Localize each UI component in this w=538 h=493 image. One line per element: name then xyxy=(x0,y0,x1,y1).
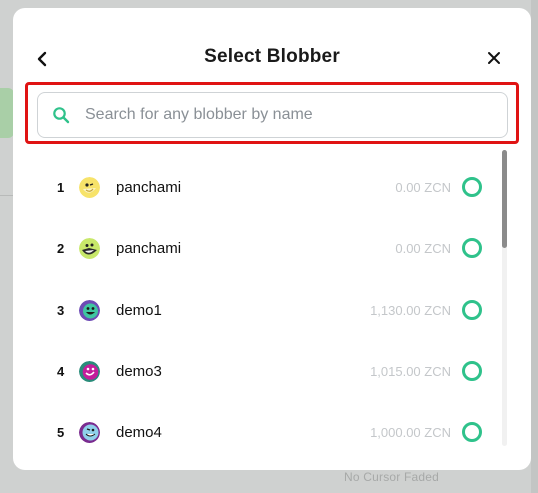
blobber-name: panchami xyxy=(116,240,182,258)
blobber-select-radio[interactable] xyxy=(462,177,482,197)
magenta-smiley-avatar xyxy=(79,360,100,382)
blobber-balance: 0.00 ZCN xyxy=(395,241,451,257)
blobber-select-radio[interactable] xyxy=(462,422,482,442)
blobber-rank: 4 xyxy=(57,363,65,379)
list-scrollbar-thumb[interactable] xyxy=(502,150,507,248)
blobber-name: demo4 xyxy=(116,424,162,441)
blobber-row[interactable]: 1 panchami 0.00 ZCN xyxy=(13,158,503,219)
search-field[interactable] xyxy=(37,92,508,138)
blobber-balance: 1,130.00 ZCN xyxy=(370,302,451,318)
blobber-balance: 0.00 ZCN xyxy=(395,180,451,195)
select-blobber-dialog: Select Blobber 1 xyxy=(13,8,531,470)
search-input[interactable] xyxy=(85,106,485,124)
blobber-list: 1 panchami 0.00 ZCN 2 panchami 0.00 ZCN … xyxy=(13,158,503,464)
blobber-rank: 5 xyxy=(57,425,65,440)
blobber-rank: 1 xyxy=(57,180,65,195)
blue-smiley-avatar xyxy=(79,422,100,443)
blobber-select-radio[interactable] xyxy=(462,360,482,381)
purple-teal-smiley-avatar xyxy=(79,299,100,321)
blobber-balance: 1,000.00 ZCN xyxy=(370,425,451,440)
yellow-smiley-avatar xyxy=(79,177,100,198)
close-button[interactable] xyxy=(485,48,503,68)
blobber-name: demo1 xyxy=(116,301,162,319)
blobber-name: demo3 xyxy=(116,362,162,380)
background-nav-highlight xyxy=(0,88,14,138)
lime-smiley-avatar xyxy=(79,238,100,260)
blobber-rank: 2 xyxy=(57,241,65,257)
blobber-select-radio[interactable] xyxy=(462,299,482,320)
blobber-row[interactable]: 3 demo1 1,130.00 ZCN xyxy=(13,281,503,342)
blobber-rank: 3 xyxy=(57,302,65,318)
blobber-row[interactable]: 5 demo4 1,000.00 ZCN xyxy=(13,403,503,464)
dialog-title: Select Blobber xyxy=(204,46,340,67)
background-divider xyxy=(0,195,14,196)
blobber-row[interactable]: 4 demo3 1,015.00 ZCN xyxy=(13,342,503,403)
close-icon xyxy=(488,52,500,64)
blobber-balance: 1,015.00 ZCN xyxy=(370,363,451,379)
background-footer-text: No Cursor Faded xyxy=(344,470,440,484)
blobber-row[interactable]: 2 panchami 0.00 ZCN xyxy=(13,219,503,280)
blobber-select-radio[interactable] xyxy=(462,238,482,259)
blobber-name: panchami xyxy=(116,179,182,196)
search-icon xyxy=(51,105,71,125)
background-edge xyxy=(531,0,538,493)
